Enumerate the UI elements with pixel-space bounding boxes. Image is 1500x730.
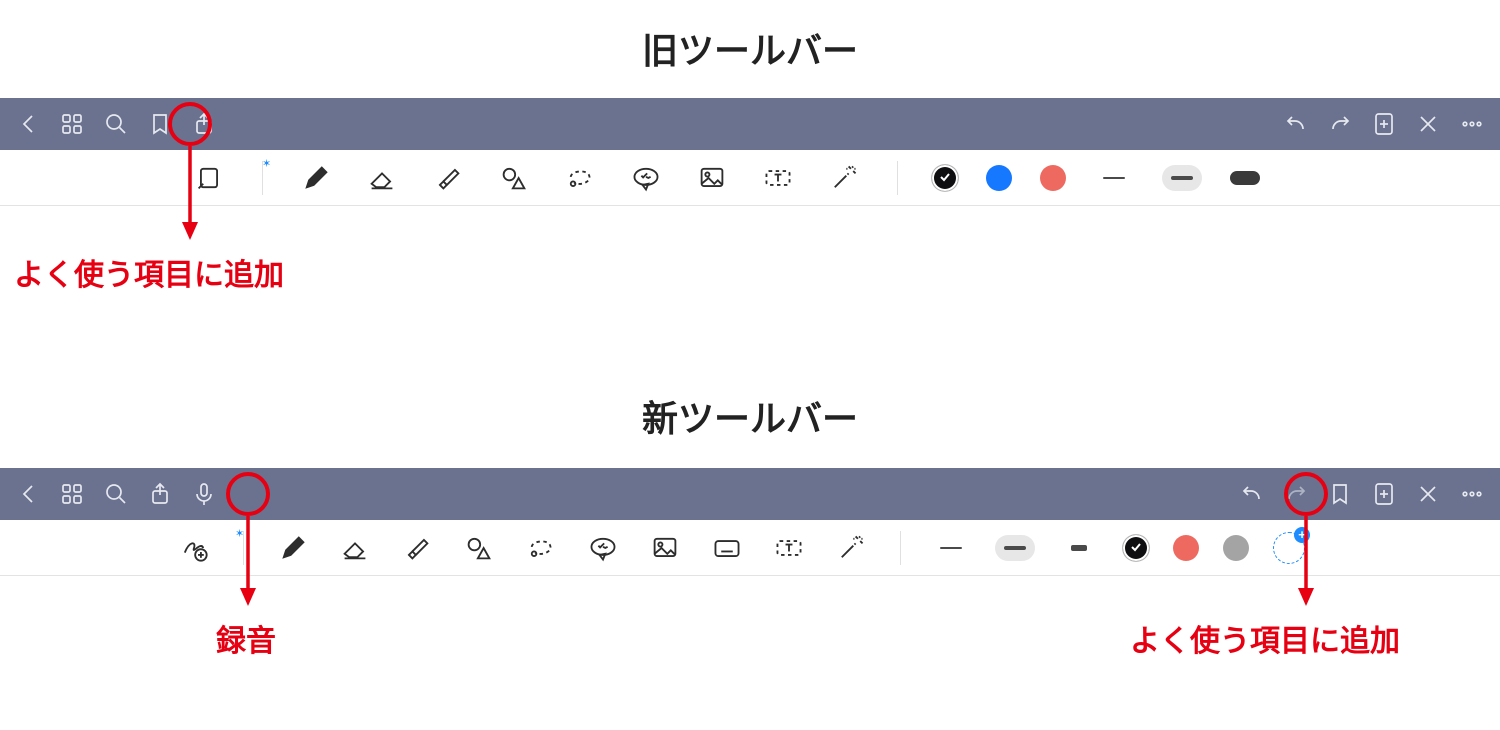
scribble-add-icon[interactable] xyxy=(175,529,213,567)
more-icon[interactable] xyxy=(1450,472,1494,516)
textbox-icon[interactable] xyxy=(770,529,808,567)
stroke-medium-button[interactable] xyxy=(1162,165,1202,191)
search-icon[interactable] xyxy=(94,102,138,146)
laser-icon[interactable] xyxy=(832,529,870,567)
heading-new: 新ツールバー xyxy=(0,390,1500,442)
redo-icon[interactable] xyxy=(1274,472,1318,516)
pen-icon[interactable] xyxy=(297,159,335,197)
color-swatch-black[interactable] xyxy=(1123,535,1149,561)
highlighter-icon[interactable] xyxy=(398,529,436,567)
bluetooth-indicator-icon: ✶ xyxy=(262,157,271,170)
annotation-arrow xyxy=(180,146,210,242)
stroke-thin-button[interactable] xyxy=(1094,165,1134,191)
image-icon[interactable] xyxy=(646,529,684,567)
eraser-icon[interactable] xyxy=(363,159,401,197)
highlighter-icon[interactable] xyxy=(429,159,467,197)
stroke-thin-button[interactable] xyxy=(931,535,971,561)
share-icon[interactable] xyxy=(138,472,182,516)
close-icon[interactable] xyxy=(1406,472,1450,516)
color-swatch-blue[interactable] xyxy=(986,165,1012,191)
annotation-arrow xyxy=(1296,516,1326,608)
grid-icon[interactable] xyxy=(50,102,94,146)
back-icon[interactable] xyxy=(6,102,50,146)
shapes-icon[interactable] xyxy=(495,159,533,197)
textbox-icon[interactable] xyxy=(759,159,797,197)
undo-icon[interactable] xyxy=(1274,102,1318,146)
separator xyxy=(897,161,898,195)
annotation-label-new-mic: 録音 xyxy=(216,616,276,660)
shapes-icon[interactable] xyxy=(460,529,498,567)
sticker-icon[interactable] xyxy=(627,159,665,197)
old-tool-toolbar: ✶ xyxy=(0,150,1500,206)
line-style-button[interactable] xyxy=(1230,171,1260,185)
stroke-medium-button[interactable] xyxy=(995,535,1035,561)
search-icon[interactable] xyxy=(94,472,138,516)
lasso-icon[interactable] xyxy=(561,159,599,197)
heading-old: 旧ツールバー xyxy=(0,22,1500,74)
stroke-thick-button[interactable] xyxy=(1059,535,1099,561)
mic-icon[interactable] xyxy=(182,472,226,516)
share-icon[interactable] xyxy=(182,102,226,146)
pen-icon[interactable] xyxy=(274,529,312,567)
back-icon[interactable] xyxy=(6,472,50,516)
close-icon[interactable] xyxy=(1406,102,1450,146)
sticker-icon[interactable] xyxy=(584,529,622,567)
add-page-icon[interactable] xyxy=(1362,472,1406,516)
grid-icon[interactable] xyxy=(50,472,94,516)
more-icon[interactable] xyxy=(1450,102,1494,146)
eraser-icon[interactable] xyxy=(336,529,374,567)
old-topbar xyxy=(0,98,1500,150)
annotation-label-old-bookmark: よく使う項目に追加 xyxy=(14,250,284,294)
bookmark-icon[interactable] xyxy=(1318,472,1362,516)
annotation-arrow xyxy=(238,516,268,608)
new-topbar xyxy=(0,468,1500,520)
annotation-label-new-bookmark: よく使う項目に追加 xyxy=(1130,616,1400,660)
lasso-icon[interactable] xyxy=(522,529,560,567)
color-swatch-red[interactable] xyxy=(1040,165,1066,191)
add-page-icon[interactable] xyxy=(1362,102,1406,146)
new-tool-toolbar: ✶ + xyxy=(0,520,1500,576)
redo-icon[interactable] xyxy=(1318,102,1362,146)
laser-icon[interactable] xyxy=(825,159,863,197)
color-swatch-red[interactable] xyxy=(1173,535,1199,561)
color-swatch-grey[interactable] xyxy=(1223,535,1249,561)
separator xyxy=(900,531,901,565)
undo-icon[interactable] xyxy=(1230,472,1274,516)
bookmark-icon[interactable] xyxy=(138,102,182,146)
image-icon[interactable] xyxy=(693,159,731,197)
color-swatch-black[interactable] xyxy=(932,165,958,191)
keyboard-icon[interactable] xyxy=(708,529,746,567)
